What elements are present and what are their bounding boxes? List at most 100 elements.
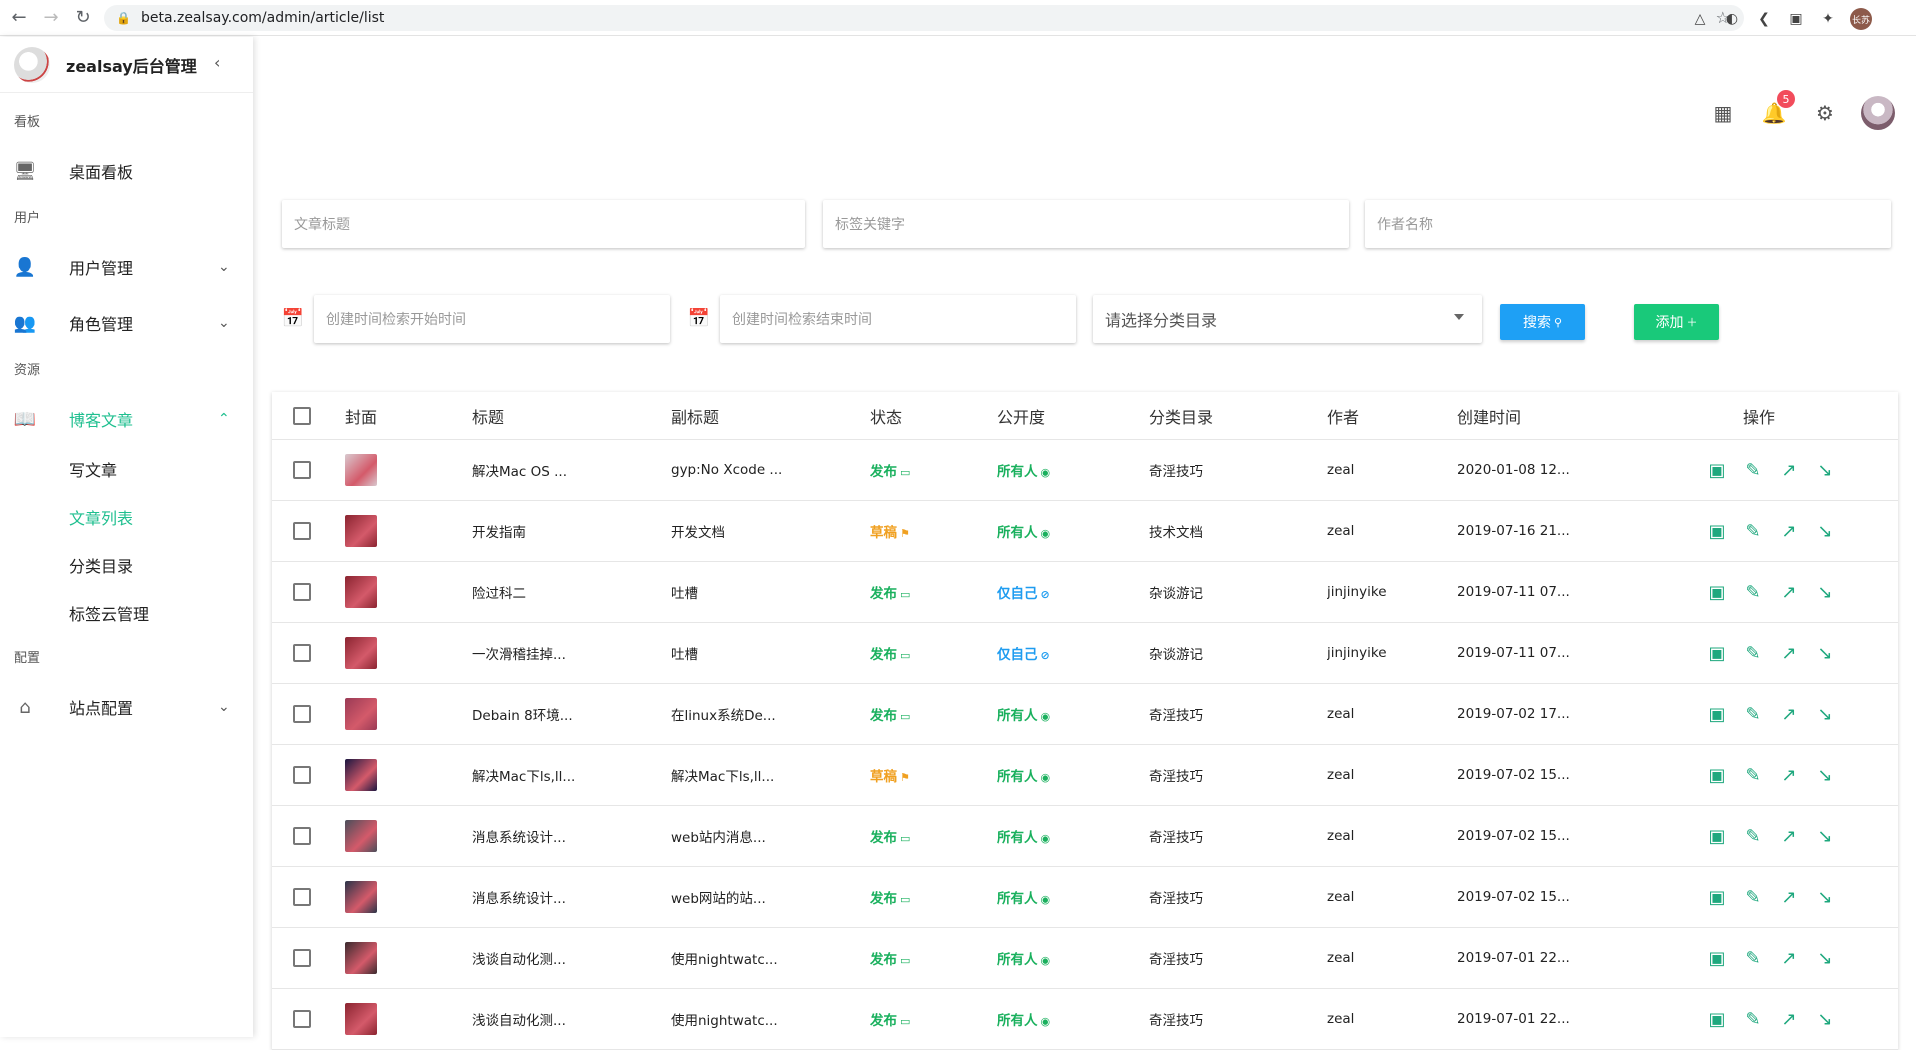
category-select[interactable]: 请选择分类目录 bbox=[1093, 295, 1482, 343]
trending-down-icon[interactable]: ↘ bbox=[1815, 1009, 1835, 1030]
back-icon[interactable]: ← bbox=[6, 5, 32, 31]
trending-up-icon[interactable]: ↗ bbox=[1779, 460, 1799, 481]
edit-pencil-icon[interactable]: ✎ bbox=[1743, 948, 1763, 969]
reload-icon[interactable]: ↻ bbox=[70, 5, 96, 31]
edit-pencil-icon[interactable]: ✎ bbox=[1743, 887, 1763, 908]
add-button[interactable]: 添加 ＋ bbox=[1634, 304, 1719, 340]
cover-thumbnail bbox=[345, 698, 377, 730]
edit-pencil-icon[interactable]: ✎ bbox=[1743, 521, 1763, 542]
edit-pencil-icon[interactable]: ✎ bbox=[1743, 460, 1763, 481]
extension-circle-icon[interactable]: ◐ bbox=[1722, 9, 1742, 29]
sidebar-item-dashboard[interactable]: 🖥 桌面看板 bbox=[0, 143, 253, 199]
trending-down-icon[interactable]: ↘ bbox=[1815, 460, 1835, 481]
row-checkbox[interactable] bbox=[293, 1010, 311, 1028]
view-profile-icon[interactable]: ▣ bbox=[1707, 826, 1727, 847]
view-profile-icon[interactable]: ▣ bbox=[1707, 887, 1727, 908]
extension-arrow-icon[interactable]: ❮ bbox=[1754, 9, 1774, 29]
trending-down-icon[interactable]: ↘ bbox=[1815, 521, 1835, 542]
eye-off-icon: ⊘ bbox=[1040, 588, 1050, 601]
trending-up-icon[interactable]: ↗ bbox=[1779, 1009, 1799, 1030]
trending-down-icon[interactable]: ↘ bbox=[1815, 582, 1835, 603]
avatar[interactable] bbox=[1861, 96, 1895, 130]
row-checkbox[interactable] bbox=[293, 766, 311, 784]
edit-pencil-icon[interactable]: ✎ bbox=[1743, 826, 1763, 847]
row-checkbox[interactable] bbox=[293, 705, 311, 723]
trending-down-icon[interactable]: ↘ bbox=[1815, 704, 1835, 725]
end-date-field[interactable]: 创建时间检索结束时间 bbox=[720, 295, 1076, 343]
collapse-sidebar-icon[interactable]: ‹ bbox=[214, 53, 220, 72]
start-date-field[interactable]: 创建时间检索开始时间 bbox=[314, 295, 670, 343]
sidebar-item-role-management[interactable]: 👥 角色管理 ⌄ bbox=[0, 295, 253, 351]
section-user: 用户 bbox=[14, 211, 41, 226]
tag-field[interactable]: 标签关键字 bbox=[823, 200, 1349, 248]
title-field[interactable]: 文章标题 bbox=[282, 200, 805, 248]
status-badge: 草稿 ⚑ bbox=[870, 521, 910, 541]
row-checkbox[interactable] bbox=[293, 644, 311, 662]
edit-pencil-icon[interactable]: ✎ bbox=[1743, 643, 1763, 664]
trending-up-icon[interactable]: ↗ bbox=[1779, 887, 1799, 908]
header-visibility: 公开度 bbox=[997, 407, 1046, 427]
trending-up-icon[interactable]: ↗ bbox=[1779, 521, 1799, 542]
profile-avatar[interactable]: 长苏 bbox=[1850, 8, 1872, 30]
row-checkbox[interactable] bbox=[293, 949, 311, 967]
view-profile-icon[interactable]: ▣ bbox=[1707, 460, 1727, 481]
bell-icon[interactable]: 🔔 5 bbox=[1761, 90, 1795, 126]
trending-up-icon[interactable]: ↗ bbox=[1779, 826, 1799, 847]
edit-pencil-icon[interactable]: ✎ bbox=[1743, 1009, 1763, 1030]
dashboard-grid-icon[interactable]: ▦ bbox=[1710, 100, 1736, 126]
cell-title: 浅谈自动化测... bbox=[472, 952, 566, 968]
sidebar-item-user-management[interactable]: 👤 用户管理 ⌄ bbox=[0, 239, 253, 295]
view-profile-icon[interactable]: ▣ bbox=[1707, 582, 1727, 603]
view-profile-icon[interactable]: ▣ bbox=[1707, 1009, 1727, 1030]
trending-up-icon[interactable]: ↗ bbox=[1779, 704, 1799, 725]
address-bar[interactable]: 🔒 beta.zealsay.com/admin/article/list ☆ bbox=[104, 5, 1744, 31]
view-profile-icon[interactable]: ▣ bbox=[1707, 765, 1727, 786]
trending-down-icon[interactable]: ↘ bbox=[1815, 643, 1835, 664]
row-checkbox[interactable] bbox=[293, 888, 311, 906]
calendar-icon[interactable]: 📅 bbox=[688, 308, 710, 329]
row-actions: ▣ ✎ ↗ ↘ bbox=[1707, 887, 1835, 908]
edit-pencil-icon[interactable]: ✎ bbox=[1743, 704, 1763, 725]
trending-up-icon[interactable]: ↗ bbox=[1779, 643, 1799, 664]
author-field[interactable]: 作者名称 bbox=[1365, 200, 1891, 248]
status-label: 发布 bbox=[870, 952, 897, 968]
trending-up-icon[interactable]: ↗ bbox=[1779, 582, 1799, 603]
row-checkbox[interactable] bbox=[293, 522, 311, 540]
sidebar-subitem-category[interactable]: 分类目录 bbox=[0, 543, 253, 591]
cover-thumbnail bbox=[345, 881, 377, 913]
view-profile-icon[interactable]: ▣ bbox=[1707, 521, 1727, 542]
sidebar-item-site-config[interactable]: ⌂ 站点配置 ⌄ bbox=[0, 679, 253, 735]
trending-down-icon[interactable]: ↘ bbox=[1815, 948, 1835, 969]
sidebar-item-label: 博客文章 bbox=[69, 411, 134, 430]
trending-up-icon[interactable]: ↗ bbox=[1779, 948, 1799, 969]
extension-triangle-icon[interactable]: △ bbox=[1690, 9, 1710, 29]
extensions-puzzle-icon[interactable]: ✦ bbox=[1818, 9, 1838, 29]
view-profile-icon[interactable]: ▣ bbox=[1707, 643, 1727, 664]
view-profile-icon[interactable]: ▣ bbox=[1707, 704, 1727, 725]
cell-created: 2019-07-02 17... bbox=[1457, 706, 1570, 722]
cell-title: 开发指南 bbox=[472, 525, 526, 541]
select-all-checkbox[interactable] bbox=[293, 406, 311, 425]
sidebar-subitem-write[interactable]: 写文章 bbox=[0, 447, 253, 495]
trending-up-icon[interactable]: ↗ bbox=[1779, 765, 1799, 786]
extension-box-icon[interactable]: ▣ bbox=[1786, 9, 1806, 29]
calendar-icon[interactable]: 📅 bbox=[282, 308, 304, 329]
forward-icon[interactable]: → bbox=[38, 5, 64, 31]
row-checkbox[interactable] bbox=[293, 461, 311, 479]
chevron-down-icon: ⌄ bbox=[218, 259, 230, 275]
trending-down-icon[interactable]: ↘ bbox=[1815, 887, 1835, 908]
sidebar-item-blog[interactable]: 📖 博客文章 ⌃ bbox=[0, 391, 253, 447]
sidebar-subitem-tags[interactable]: 标签云管理 bbox=[0, 591, 253, 639]
trending-down-icon[interactable]: ↘ bbox=[1815, 765, 1835, 786]
trending-down-icon[interactable]: ↘ bbox=[1815, 826, 1835, 847]
view-profile-icon[interactable]: ▣ bbox=[1707, 948, 1727, 969]
search-button[interactable]: 搜索 ⚲ bbox=[1500, 304, 1585, 340]
edit-pencil-icon[interactable]: ✎ bbox=[1743, 582, 1763, 603]
header-author: 作者 bbox=[1327, 407, 1360, 427]
edit-pencil-icon[interactable]: ✎ bbox=[1743, 765, 1763, 786]
gear-icon[interactable]: ⚙ bbox=[1812, 100, 1838, 126]
cover-thumbnail bbox=[345, 759, 377, 791]
sidebar-subitem-list[interactable]: 文章列表 bbox=[0, 495, 253, 543]
row-checkbox[interactable] bbox=[293, 827, 311, 845]
row-checkbox[interactable] bbox=[293, 583, 311, 601]
